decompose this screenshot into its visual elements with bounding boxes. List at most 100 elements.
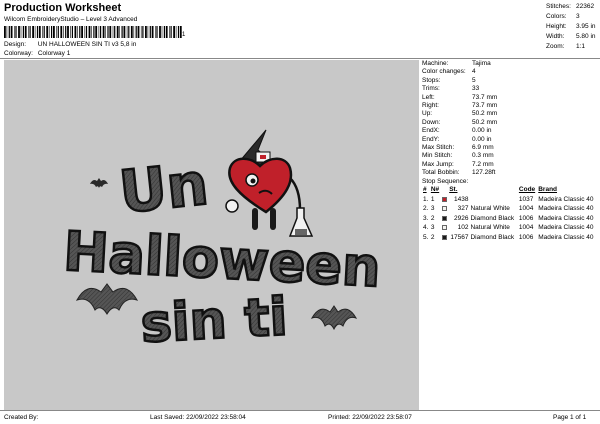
thread-brand: Madeira Classic 40	[538, 233, 594, 241]
property-value: 33	[472, 85, 480, 93]
design-stats: Stitches: 22362 Colors: 3 Height: 3.95 in W…	[546, 2, 596, 52]
barcode-bar	[65, 26, 67, 38]
table-row: 4. 3 102 Natural White 1004 Madeira Classic 4…	[422, 223, 598, 233]
barcode-bar	[15, 26, 17, 38]
barcode-bar	[57, 26, 59, 38]
barcode-bar	[53, 26, 55, 38]
swatch-icon	[441, 206, 447, 211]
barcode-bar	[98, 26, 100, 38]
barcode-bar	[114, 26, 116, 38]
stop-number: 1.	[423, 195, 429, 203]
stop-number: 5.	[423, 233, 429, 241]
stat-label: Colors:	[546, 13, 567, 20]
barcode-digit: 1	[182, 32, 186, 38]
barcode-bar	[95, 26, 98, 38]
barcode-bar	[22, 26, 24, 38]
needle-number: 3	[430, 205, 435, 213]
embroidery-artwork: Un Halloween sin ti	[61, 129, 383, 356]
software-subtitle: Wilcom EmbroideryStudio – Level 3 Advanc…	[4, 16, 138, 23]
barcode-bar	[109, 26, 112, 38]
barcode-bar	[100, 26, 102, 38]
barcode-bar	[137, 26, 140, 38]
property-value: 0.00 in	[472, 135, 492, 143]
bat-left-icon	[75, 283, 139, 315]
thread-name: Natural White	[470, 205, 510, 213]
barcode-bar	[102, 26, 105, 38]
color-swatch	[441, 223, 448, 233]
property-value: 6.9 mm	[472, 143, 494, 151]
barcode-bar	[77, 26, 78, 38]
created-by: Created By:	[4, 414, 39, 421]
barcode	[4, 26, 182, 38]
stop-sequence-table: # N# St. Code Brand 1. 1 1438 1037 Madeira C…	[422, 185, 598, 242]
printed-date: Printed: 22/09/2022 23:58:07	[328, 414, 412, 421]
table-row: 5. 2 17567 Diamond Black 1006 Madeira Classic…	[422, 232, 598, 242]
barcode-bar	[29, 26, 31, 38]
barcode-bar	[140, 26, 142, 38]
barcode-bar	[14, 26, 15, 38]
stat-row: Width: 5.80 in	[546, 32, 596, 42]
needle-number: 2	[430, 233, 435, 241]
text-line-un: Un	[116, 150, 211, 227]
barcode-bar	[142, 26, 144, 38]
thread-name	[469, 194, 517, 204]
stat-label: Zoom:	[546, 43, 565, 50]
swatch-icon	[441, 196, 447, 202]
property-row: Down: 50.2 mm	[422, 119, 600, 127]
barcode-bar	[173, 26, 175, 38]
property-label: Color changes:	[422, 68, 466, 76]
barcode-bar	[20, 26, 22, 38]
thread-code: 1037	[518, 195, 534, 203]
col-header	[469, 185, 517, 194]
barcode-bar	[91, 26, 92, 38]
col-header: N#	[430, 186, 440, 194]
stat-value: 22362	[576, 3, 595, 10]
barcode-bar	[70, 26, 71, 38]
barcode-bar	[169, 26, 170, 38]
col-header: Code	[518, 186, 536, 194]
needle-number: 3	[430, 224, 435, 232]
stat-row: Colors: 3	[546, 12, 596, 22]
page-number: Page 1 of 1	[553, 414, 587, 421]
swatch-icon	[441, 225, 447, 230]
design-value: UN HALLOWEEN SIN TI v3 5,8 in	[37, 41, 137, 48]
property-label: Up:	[422, 110, 433, 118]
stop-sequence-title: Stop Sequence:	[422, 178, 469, 186]
last-saved: Last Saved: 22/09/2022 23:58:04	[150, 414, 246, 421]
stitch-count: 17567	[450, 233, 469, 241]
thread-name: Diamond Black	[470, 233, 515, 241]
worksheet-title: Production Worksheet	[4, 2, 122, 14]
property-row: Max Jump: 7.2 mm	[422, 161, 600, 169]
property-label: Right:	[422, 101, 439, 109]
stat-row: Zoom: 1:1	[546, 42, 596, 52]
thread-code: 1004	[518, 224, 534, 232]
stat-label: Width:	[546, 33, 565, 40]
stitch-count: 327	[457, 205, 469, 213]
heart-character	[225, 129, 314, 237]
barcode-bar	[38, 26, 41, 38]
stat-row: Height: 3.95 in	[546, 22, 596, 32]
colorway-row: Colorway: Colorway 1	[4, 50, 70, 57]
colorway-value: Colorway 1	[37, 50, 71, 57]
barcode-bar	[18, 26, 20, 38]
property-row: EndX: 0.00 in	[422, 127, 600, 135]
property-value: 5	[472, 76, 476, 84]
stat-label: Height:	[546, 23, 567, 30]
property-value: 127.28ft	[472, 169, 496, 177]
thread-brand: Madeira Classic 40	[538, 224, 594, 232]
property-row: Total Bobbin: 127.28ft	[422, 169, 600, 177]
property-row: Stops: 5	[422, 77, 600, 85]
property-label: Max Jump:	[422, 160, 454, 168]
barcode-bar	[123, 26, 126, 38]
design-row: Design: UN HALLOWEEN SIN TI v3 5,8 in	[4, 41, 136, 48]
barcode-bar	[67, 26, 69, 38]
machine-properties: Machine: Tajima Color changes: 4 Stops: 5 Trim…	[422, 60, 600, 177]
barcode-bar	[130, 26, 133, 38]
stat-value: 3	[576, 13, 580, 20]
barcode-bar	[4, 26, 6, 38]
header-divider	[0, 58, 600, 59]
property-row: Machine: Tajima	[422, 60, 600, 68]
barcode-bar	[119, 26, 120, 38]
barcode-bar	[170, 26, 172, 38]
property-value: Tajima	[472, 60, 491, 67]
